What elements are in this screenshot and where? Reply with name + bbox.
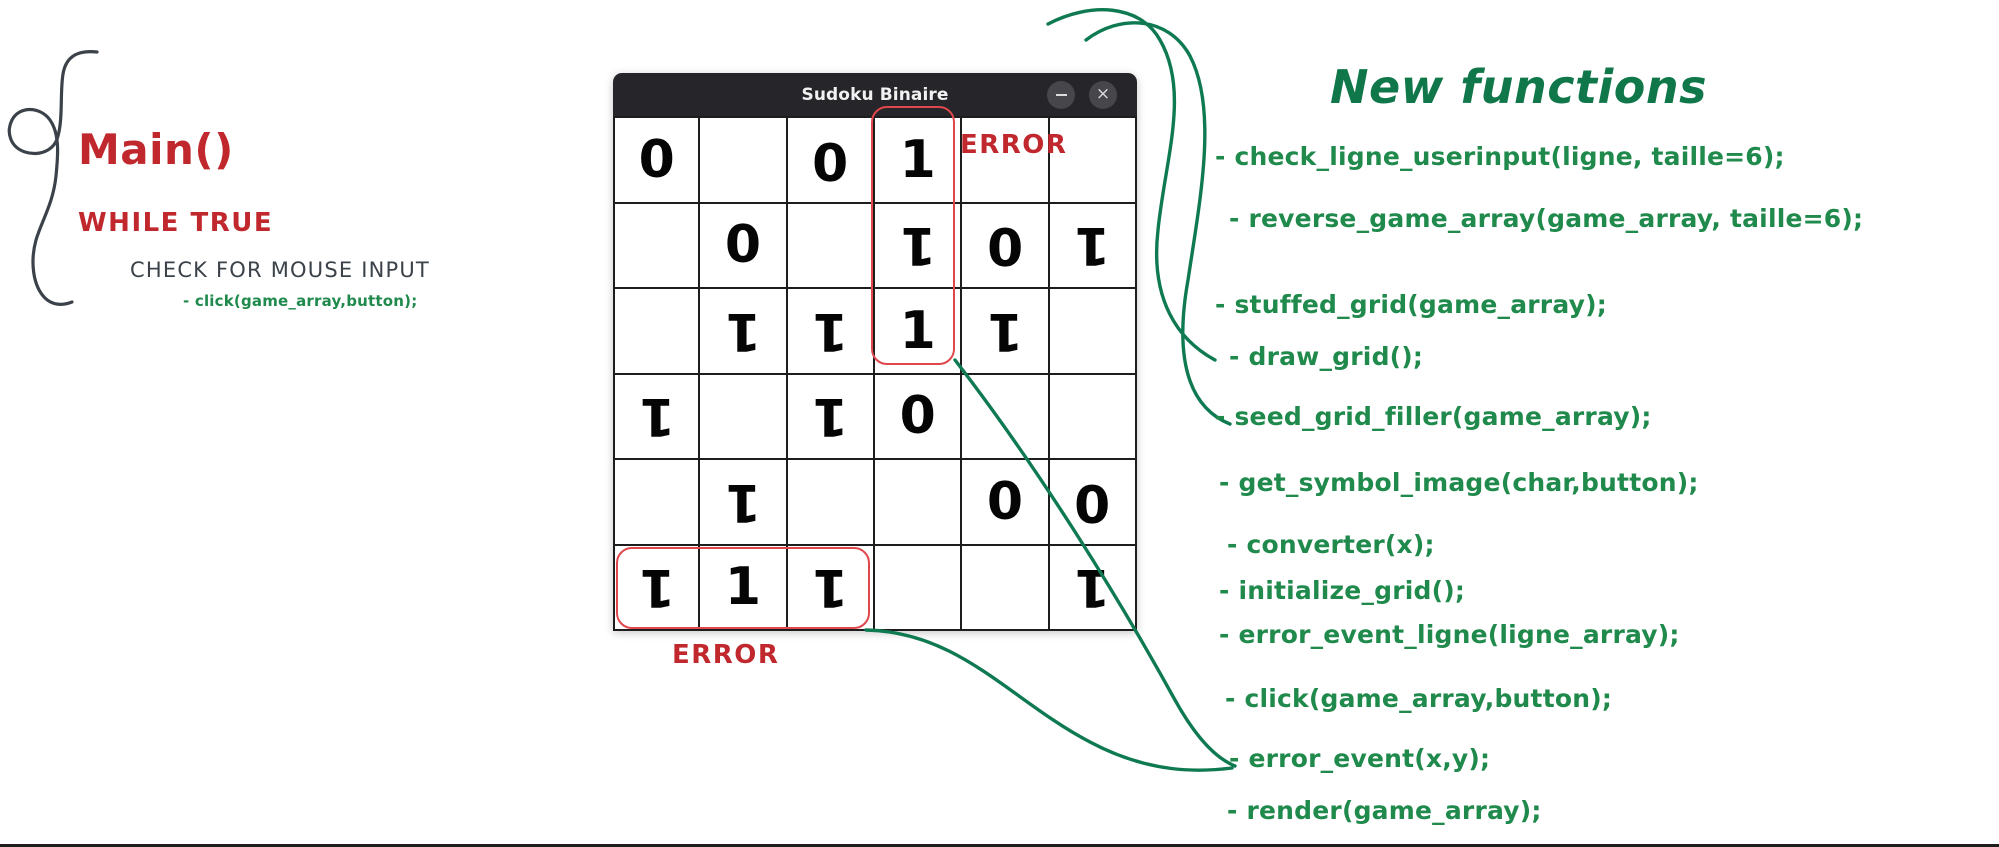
grid-cell-r3-c4[interactable]: 1 (875, 289, 963, 375)
cell-glyph: 0 (986, 471, 1024, 532)
cell-glyph: 1 (1074, 557, 1111, 618)
grid-cell-r2-c4[interactable]: 1 (875, 203, 963, 289)
while-true-label: WHILE TRUE (78, 208, 274, 238)
grid-cell-r2-c6[interactable]: 1 (1049, 203, 1137, 289)
grid-cell-r6-c2[interactable]: 1 (700, 545, 788, 631)
minimize-icon[interactable] (1047, 80, 1075, 109)
cell-glyph: 1 (899, 215, 936, 276)
cell-glyph: 1 (812, 557, 849, 618)
window-titlebar: Sudoku Binaire × (613, 73, 1137, 116)
grid-cell-r4-c3[interactable]: 1 (787, 374, 875, 460)
cell-glyph: 1 (812, 386, 849, 447)
check-mouse-input-label: CHECK FOR MOUSE INPUT (130, 258, 430, 282)
pseudocode-panel: Main() WHILE TRUE CHECK FOR MOUSE INPUT … (0, 40, 520, 330)
main-function-label: Main() (78, 125, 234, 174)
grid-cell-r6-c3[interactable]: 1 (787, 545, 875, 631)
grid-cell-r6-c1[interactable]: 1 (613, 545, 701, 631)
grid-cell-r5-c5[interactable]: 0 (962, 460, 1050, 546)
function-list-item: - error_event(x,y); (1229, 744, 1491, 773)
grid-cell-r2-c2[interactable]: 0 (700, 203, 788, 289)
cell-glyph: 1 (724, 471, 762, 532)
new-functions-title: New functions (1330, 60, 1707, 114)
function-list-item: - converter(x); (1227, 530, 1435, 559)
hand-drawn-brace-icon (7, 50, 99, 306)
window-title: Sudoku Binaire (801, 84, 949, 105)
grid-cell-r3-c6[interactable] (1049, 289, 1137, 375)
cell-glyph: 1 (638, 557, 675, 618)
grid-cell-r6-c4[interactable] (875, 545, 963, 631)
function-list-item: - initialize_grid(); (1219, 576, 1466, 605)
cell-glyph: 1 (724, 557, 762, 618)
cell-glyph: 1 (638, 386, 675, 447)
grid-cell-r6-c5[interactable] (962, 545, 1050, 631)
function-list-item: - stuffed_grid(game_array); (1215, 290, 1607, 319)
function-list-item: - get_symbol_image(char,button); (1219, 468, 1699, 497)
function-list-item: - reverse_game_array(game_array, taille=… (1229, 204, 1864, 233)
grid-cell-r1-c2[interactable] (700, 118, 788, 204)
cell-glyph: 1 (986, 300, 1024, 361)
grid-cell-r1-c3[interactable]: 0 (787, 118, 875, 204)
grid-cell-r4-c5[interactable] (962, 374, 1050, 460)
function-list-item: - click(game_array,button); (1225, 684, 1613, 713)
function-list-item: - render(game_array); (1227, 796, 1542, 825)
grid-cell-r2-c1[interactable] (613, 203, 701, 289)
sudoku-grid[interactable]: 001010111111101001111 (613, 116, 1137, 631)
click-call-label: - click(game_array,button); (183, 292, 418, 310)
grid-cell-r3-c5[interactable]: 1 (962, 289, 1050, 375)
cell-glyph: 0 (724, 215, 762, 276)
grid-cell-r4-c1[interactable]: 1 (613, 374, 701, 460)
cell-glyph: 0 (1074, 471, 1111, 532)
grid-cell-r4-c2[interactable] (700, 374, 788, 460)
grid-cell-r5-c6[interactable]: 0 (1049, 460, 1137, 546)
cell-glyph: 0 (986, 215, 1024, 276)
new-functions-panel: New functions - check_ligne_userinput(li… (1215, 40, 1999, 847)
cell-glyph: 0 (899, 386, 936, 447)
grid-cell-r5-c3[interactable] (787, 460, 875, 546)
grid-cell-r3-c3[interactable]: 1 (787, 289, 875, 375)
cell-glyph: 1 (812, 300, 849, 361)
grid-cell-r4-c4[interactable]: 0 (875, 374, 963, 460)
function-list-item: - seed_grid_filler(game_array); (1215, 402, 1652, 431)
cell-glyph: 1 (724, 300, 762, 361)
cell-glyph: 1 (1074, 215, 1111, 276)
cell-glyph: 1 (899, 129, 936, 190)
grid-cell-r4-c6[interactable] (1049, 374, 1137, 460)
grid-cell-r3-c1[interactable] (613, 289, 701, 375)
error-label-column: ERROR (960, 130, 1068, 160)
grid-cell-r5-c1[interactable] (613, 460, 701, 546)
grid-cell-r3-c2[interactable]: 1 (700, 289, 788, 375)
close-icon[interactable]: × (1089, 80, 1117, 109)
grid-cell-r1-c4[interactable]: 1 (875, 118, 963, 204)
grid-cell-r2-c3[interactable] (787, 203, 875, 289)
grid-cell-r2-c5[interactable]: 0 (962, 203, 1050, 289)
function-list-item: - draw_grid(); (1229, 342, 1424, 371)
function-list-item: - check_ligne_userinput(ligne, taille=6)… (1215, 142, 1785, 171)
grid-cell-r1-c1[interactable]: 0 (613, 118, 701, 204)
grid-cell-r5-c4[interactable] (875, 460, 963, 546)
grid-cell-r5-c2[interactable]: 1 (700, 460, 788, 546)
function-list-item: - error_event_ligne(ligne_array); (1219, 620, 1680, 649)
cell-glyph: 0 (638, 129, 675, 190)
error-label-row: ERROR (672, 640, 780, 670)
cell-glyph: 0 (812, 129, 849, 190)
grid-cell-r6-c6[interactable]: 1 (1049, 545, 1137, 631)
cell-glyph: 1 (899, 300, 936, 361)
